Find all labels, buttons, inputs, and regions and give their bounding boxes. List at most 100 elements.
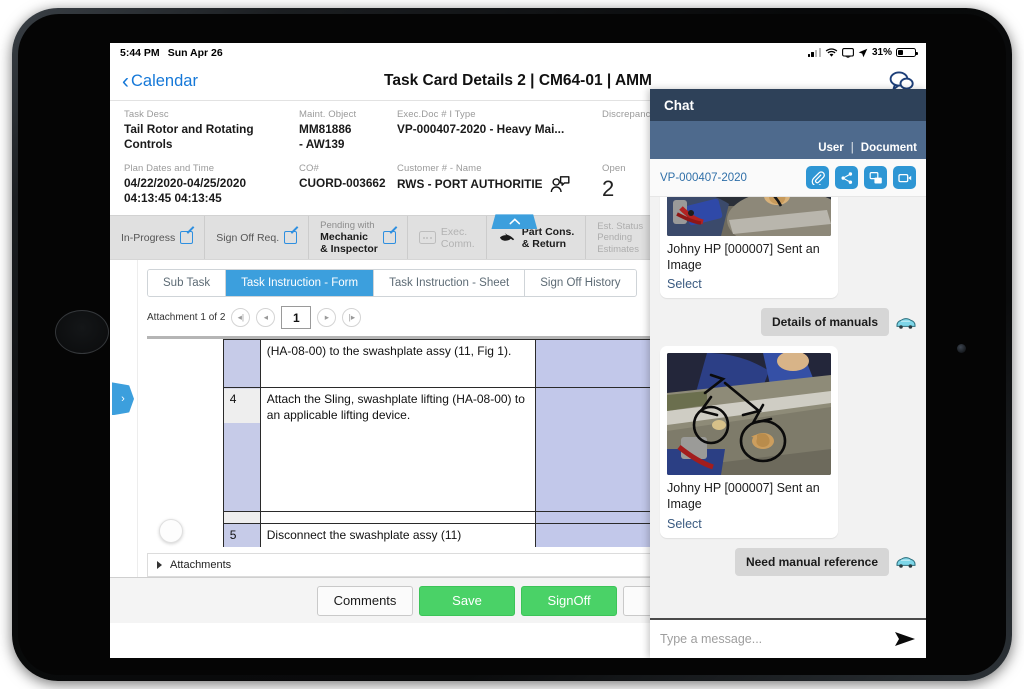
table-cell-instruction: (HA-08-00) to the swashplate assy (11, F… [260,340,535,388]
status-date: Sun Apr 26 [168,47,223,59]
next-page-icon[interactable]: ▸ [317,308,336,327]
status-item-pending-with[interactable]: Pending with Mechanic & Inspector [309,216,408,259]
attach-paperclip-icon[interactable] [806,166,829,189]
info-value: Tail Rotor and Rotating Controls [124,122,293,152]
info-value: VP-000407-2020 - Heavy Mai... [397,122,596,137]
status-label: Sign Off Req. [216,232,279,244]
status-time: 5:44 PM [120,47,160,59]
tab-sign-off-history[interactable]: Sign Off History [525,270,635,296]
table-cell-instruction: Attach the Sling, swashplate lifting (HA… [260,388,535,512]
info-field-plan-dates: Plan Dates and Time 04/22/2020-04/25/202… [124,163,299,206]
info-field-task-desc: Task Desc Tail Rotor and Rotating Contro… [124,109,299,152]
image-swap-icon[interactable] [864,166,887,189]
chat-mode-document[interactable]: Document [861,142,917,154]
status-item-in-progress[interactable]: In-Progress [110,216,205,259]
app-viewport: 5:44 PM Sun Apr 26 [110,43,926,658]
status-label: Part Cons. & Return [522,226,575,250]
signoff-button[interactable]: SignOff [521,586,617,616]
table-cell-step-number [223,340,260,388]
chat-message-incoming: Johny HP [000007] Sent an Image Select [660,197,838,298]
chat-message-select-link[interactable]: Select [667,277,831,291]
signal-bars-icon [808,48,821,57]
info-label: Customer # - Name [397,163,596,174]
edit-square-icon[interactable] [284,231,297,244]
chat-mode-user[interactable]: User [818,142,844,154]
info-field-customer: Customer # - Name RWS - PORT AUTHORITIE [397,163,602,206]
tab-task-instruction-sheet[interactable]: Task Instruction - Sheet [374,270,525,296]
ios-status-bar: 5:44 PM Sun Apr 26 [110,43,926,62]
edit-square-icon[interactable] [383,231,396,244]
info-value: MM81886 - AW139 [299,122,391,152]
chat-message-outgoing-row: Details of manuals [660,308,916,336]
front-camera-icon [957,344,966,353]
table-cell-spacer-number [223,512,260,524]
info-value: RWS - PORT AUTHORITIE [397,177,543,191]
chat-message-list[interactable]: Johny HP [000007] Sent an Image Select D… [650,197,926,618]
info-field-maint-object: Maint. Object MM81886 - AW139 [299,109,397,152]
chat-mode-bar: User | Document [650,121,926,159]
expand-left-panel-button[interactable]: › [112,382,134,415]
table-cell-spacer [147,512,223,524]
info-label: CO# [299,163,391,174]
last-page-icon[interactable]: |▸ [342,308,361,327]
status-label: Exec. Comm. [441,226,475,250]
annotated-aircraft-component-photo[interactable] [667,353,831,475]
chat-message-text: Johny HP [000007] Sent an Image [667,481,831,512]
chat-mode-separator: | [851,142,854,154]
attachment-counter-label: Attachment 1 of 2 [147,312,225,323]
table-cell-spacer-text [260,512,535,524]
info-field-co-number: CO# CUORD-003662 [299,163,397,206]
chat-title: Chat [664,98,694,113]
status-item-exec-comm[interactable]: Exec. Comm. [408,216,487,259]
edit-square-icon[interactable] [180,231,193,244]
car-avatar-icon [895,315,916,330]
status-sublabel: Pending with [320,220,378,231]
comments-button[interactable]: Comments [317,586,413,616]
share-network-icon[interactable] [835,166,858,189]
status-label: In-Progress [121,232,175,244]
chat-input-row [650,618,926,658]
chevron-up-icon [509,218,520,225]
location-arrow-icon [858,48,868,58]
comment-box-icon [419,231,436,244]
table-cell-step-number: 5 [223,524,260,548]
video-camera-icon[interactable] [893,166,916,189]
chat-title-bar: Chat [650,89,926,121]
attachments-label: Attachments [170,559,231,571]
chevron-right-icon: › [121,393,125,405]
person-comment-icon[interactable] [550,176,570,197]
send-arrow-icon[interactable] [894,631,916,647]
chat-message-incoming: Johny HP [000007] Sent an Image Select [660,346,838,537]
prev-page-icon[interactable]: ◂ [256,308,275,327]
save-button[interactable]: Save [419,586,515,616]
task-tabs: Sub Task Task Instruction - Form Task In… [147,269,637,297]
chat-message-select-link[interactable]: Select [667,517,831,531]
back-to-calendar-link[interactable]: ‹ Calendar [122,71,198,92]
chat-tool-buttons [806,166,916,189]
table-cell-instruction: Disconnect the swashplate assy (11) [260,524,535,548]
tab-task-instruction-form[interactable]: Task Instruction - Form [226,270,374,296]
chat-message-input[interactable] [660,632,886,646]
tablet-screen-bezel: 5:44 PM Sun Apr 26 [18,14,1006,675]
status-label: Est. Status Pending Estimates [597,221,643,256]
home-button[interactable] [55,310,109,354]
chat-message-text: Johny HP [000007] Sent an Image [667,242,831,273]
battery-icon [896,48,916,58]
chat-document-id-link[interactable]: VP-000407-2020 [660,172,747,184]
page-number-input[interactable] [281,306,311,329]
info-label: Exec.Doc # I Type [397,109,596,120]
back-label: Calendar [131,72,198,91]
table-cell-spacer [147,340,223,388]
first-page-icon[interactable]: ◂| [231,308,250,327]
info-label: Maint. Object [299,109,391,120]
table-cell-spacer [147,388,223,512]
tab-sub-task[interactable]: Sub Task [148,270,226,296]
status-item-sign-off-req[interactable]: Sign Off Req. [205,216,309,259]
info-label: Task Desc [124,109,293,120]
status-label: Mechanic & Inspector [320,231,378,256]
collapse-info-panel-button[interactable] [491,214,537,229]
chat-message-outgoing-row: Need manual reference [660,548,916,576]
battery-percent-label: 31% [872,47,892,58]
aircraft-component-photo[interactable] [667,197,831,236]
tablet-device-frame: 5:44 PM Sun Apr 26 [12,8,1012,681]
